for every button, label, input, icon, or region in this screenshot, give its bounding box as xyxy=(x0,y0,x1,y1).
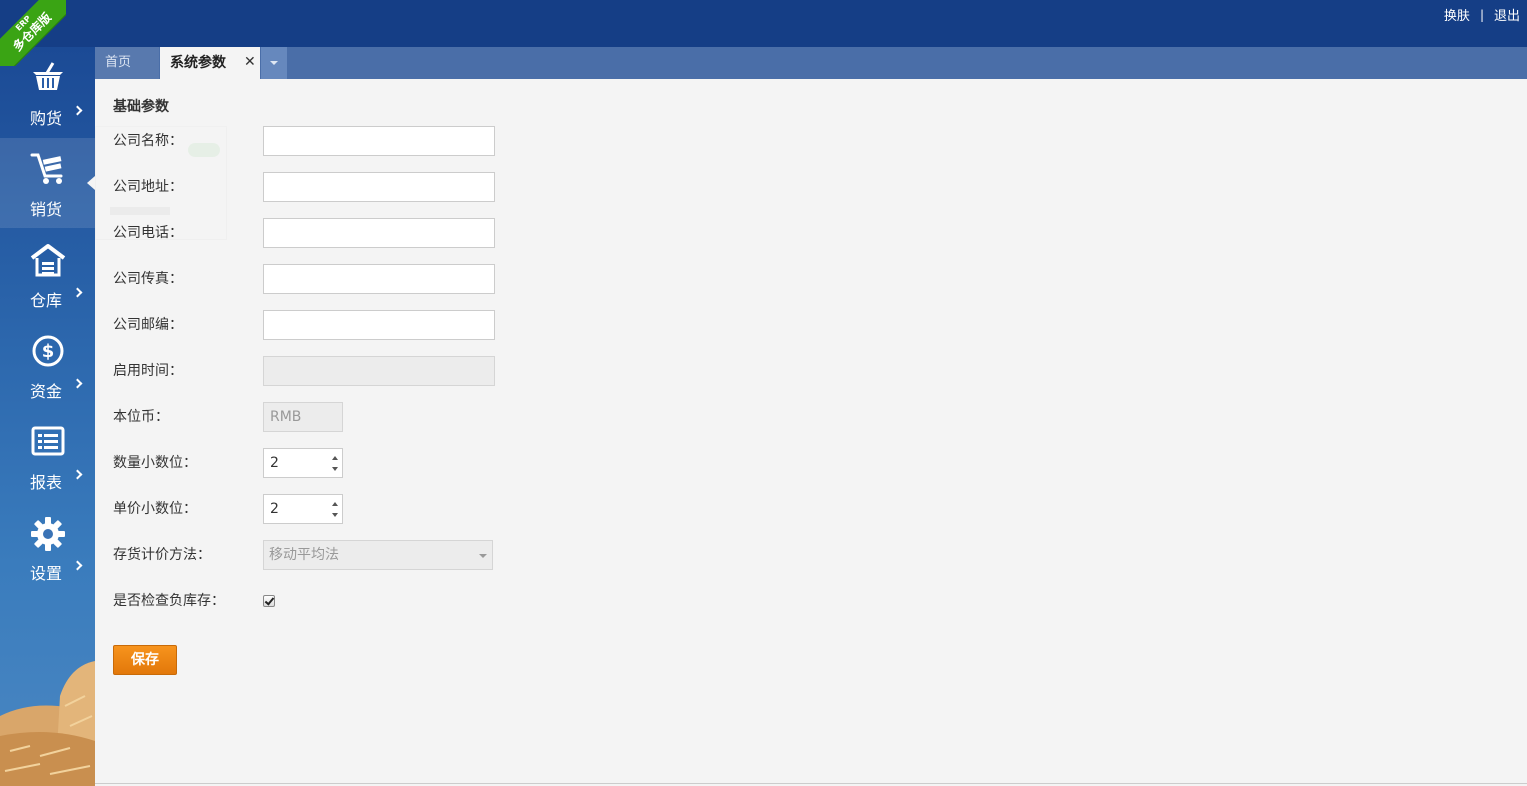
company-fax-input[interactable] xyxy=(263,264,495,294)
company-name-label: 公司名称： xyxy=(113,133,183,149)
costing-method-select[interactable]: 移动平均法 xyxy=(263,540,493,570)
warehouse-icon xyxy=(0,243,95,281)
sidebar-item-label: 销货 xyxy=(30,200,63,219)
chevron-right-icon xyxy=(72,378,83,389)
qty-decimals-label: 数量小数位： xyxy=(113,455,197,471)
active-pointer-icon xyxy=(87,176,95,190)
company-phone-label: 公司电话： xyxy=(113,225,183,241)
sidebar-item-label: 仓库 xyxy=(30,291,63,310)
company-name-input[interactable] xyxy=(263,126,495,156)
report-icon xyxy=(0,425,95,461)
tab-home[interactable]: 首页 xyxy=(95,47,159,79)
spin-down-icon[interactable] xyxy=(332,467,338,471)
start-date-input xyxy=(263,356,495,386)
spin-up-icon[interactable] xyxy=(332,456,338,460)
sidebar-item-label: 设置 xyxy=(30,564,63,583)
tab-dropdown-button[interactable] xyxy=(261,47,287,79)
company-fax-label: 公司传真： xyxy=(113,271,183,287)
price-decimals-value: 2 xyxy=(270,501,279,517)
price-decimals-stepper[interactable]: 2 xyxy=(263,494,343,524)
save-button[interactable]: 保存 xyxy=(113,645,177,675)
cart-icon xyxy=(0,152,95,190)
company-address-input[interactable] xyxy=(263,172,495,202)
ribbon-band: ERP 多仓库版 xyxy=(0,0,66,66)
svg-text:$: $ xyxy=(41,341,54,362)
top-header: 换肤 | 退出 xyxy=(0,0,1527,47)
logout-link[interactable]: 退出 xyxy=(1494,5,1520,24)
gear-icon xyxy=(0,516,95,556)
qty-decimals-stepper[interactable]: 2 xyxy=(263,448,343,478)
sidebar-item-reports[interactable]: 报表 xyxy=(0,411,95,501)
base-currency-input xyxy=(263,402,343,432)
chevron-down-icon xyxy=(479,554,487,558)
costing-method-value: 移动平均法 xyxy=(269,547,339,563)
close-tab-icon[interactable]: ✕ xyxy=(244,47,256,79)
haystack-decoration xyxy=(0,661,95,786)
price-decimals-label: 单价小数位： xyxy=(113,501,197,517)
company-postcode-label: 公司邮编： xyxy=(113,317,183,333)
costing-method-label: 存货计价方法： xyxy=(113,547,211,563)
basket-icon xyxy=(0,61,95,97)
skin-link[interactable]: 换肤 xyxy=(1444,5,1470,24)
sidebar-item-label: 购货 xyxy=(30,109,63,128)
company-phone-input[interactable] xyxy=(263,218,495,248)
chevron-right-icon xyxy=(72,105,83,116)
link-separator: | xyxy=(1479,7,1484,22)
sidebar-item-funds[interactable]: $ 资金 xyxy=(0,320,95,410)
company-address-label: 公司地址： xyxy=(113,179,183,195)
spin-up-icon[interactable] xyxy=(332,502,338,506)
sidebar-item-warehouse[interactable]: 仓库 xyxy=(0,229,95,319)
ghost-line xyxy=(110,207,170,215)
spin-down-icon[interactable] xyxy=(332,513,338,517)
check-negative-stock-label: 是否检查负库存： xyxy=(113,593,225,609)
company-postcode-input[interactable] xyxy=(263,310,495,340)
sidebar-item-settings[interactable]: 设置 xyxy=(0,502,95,592)
main-content: 基础参数 公司名称： 公司地址： 公司电话： 公司传真： 公司邮编： 启用时间：… xyxy=(95,79,1527,783)
sidebar-item-label: 资金 xyxy=(30,382,63,401)
qty-decimals-value: 2 xyxy=(270,455,279,471)
bottom-divider xyxy=(95,783,1527,784)
chevron-right-icon xyxy=(72,560,83,571)
base-currency-label: 本位币： xyxy=(113,409,169,425)
chevron-right-icon xyxy=(72,287,83,298)
ghost-badge xyxy=(188,143,220,157)
section-title: 基础参数 xyxy=(113,99,169,115)
chevron-right-icon xyxy=(72,469,83,480)
sidebar-item-label: 报表 xyxy=(30,473,63,492)
sidebar-item-sales[interactable]: 销货 xyxy=(0,138,95,228)
edition-ribbon: ERP 多仓库版 xyxy=(0,0,66,66)
start-date-label: 启用时间： xyxy=(113,363,183,379)
check-negative-stock-checkbox[interactable] xyxy=(263,595,275,607)
dollar-icon: $ xyxy=(0,334,95,372)
tab-bar: 首页 系统参数 ✕ xyxy=(95,47,1527,79)
sidebar-nav: 购货 销货 仓库 $ 资金 报表 设置 xyxy=(0,47,95,786)
top-links: 换肤 | 退出 xyxy=(1444,5,1520,25)
